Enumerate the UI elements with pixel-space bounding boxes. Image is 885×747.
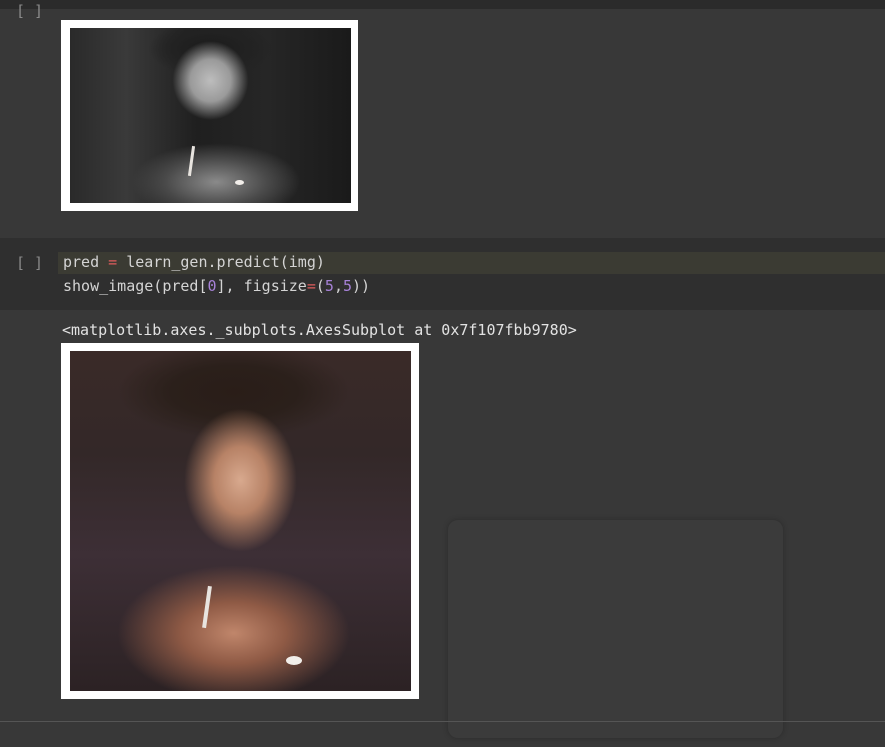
cell-run-button[interactable]: [ ] — [16, 2, 46, 20]
code-line-2[interactable]: show_image(pred[0], figsize=(5,5)) — [63, 277, 370, 295]
cell-divider — [0, 721, 885, 722]
cigarette — [187, 145, 196, 177]
fingernail — [286, 656, 302, 665]
code-token: ( — [315, 277, 325, 295]
output-image-color — [61, 343, 419, 699]
code-number: 5 — [324, 277, 334, 295]
output-text: <matplotlib.axes._subplots.AxesSubplot a… — [62, 321, 577, 339]
portrait-color-image — [70, 351, 411, 691]
fingernail — [235, 180, 244, 185]
portrait-bw-image — [70, 28, 351, 203]
code-token: ], figsize — [216, 277, 307, 295]
code-number: 0 — [207, 277, 217, 295]
floating-panel — [448, 520, 783, 738]
output-image-bw — [61, 20, 358, 211]
code-number: 5 — [342, 277, 352, 295]
notebook-page: [ ] pred = learn_gen.predict(img) show_i… — [0, 0, 885, 747]
code-token: , — [333, 277, 343, 295]
code-token: pred — [63, 253, 100, 271]
code-token: )) — [352, 277, 371, 295]
cigarette — [202, 585, 212, 629]
code-token: learn_gen.predict(img) — [126, 253, 325, 271]
code-operator: = — [99, 253, 127, 271]
cell-run-button[interactable]: [ ] — [16, 254, 46, 272]
code-cell[interactable]: pred = learn_gen.predict(img) show_image… — [0, 238, 885, 310]
code-line-1[interactable]: pred = learn_gen.predict(img) — [63, 253, 325, 271]
code-operator: = — [306, 277, 316, 295]
code-token: show_image(pred[ — [63, 277, 208, 295]
previous-cell-edge — [0, 0, 885, 9]
